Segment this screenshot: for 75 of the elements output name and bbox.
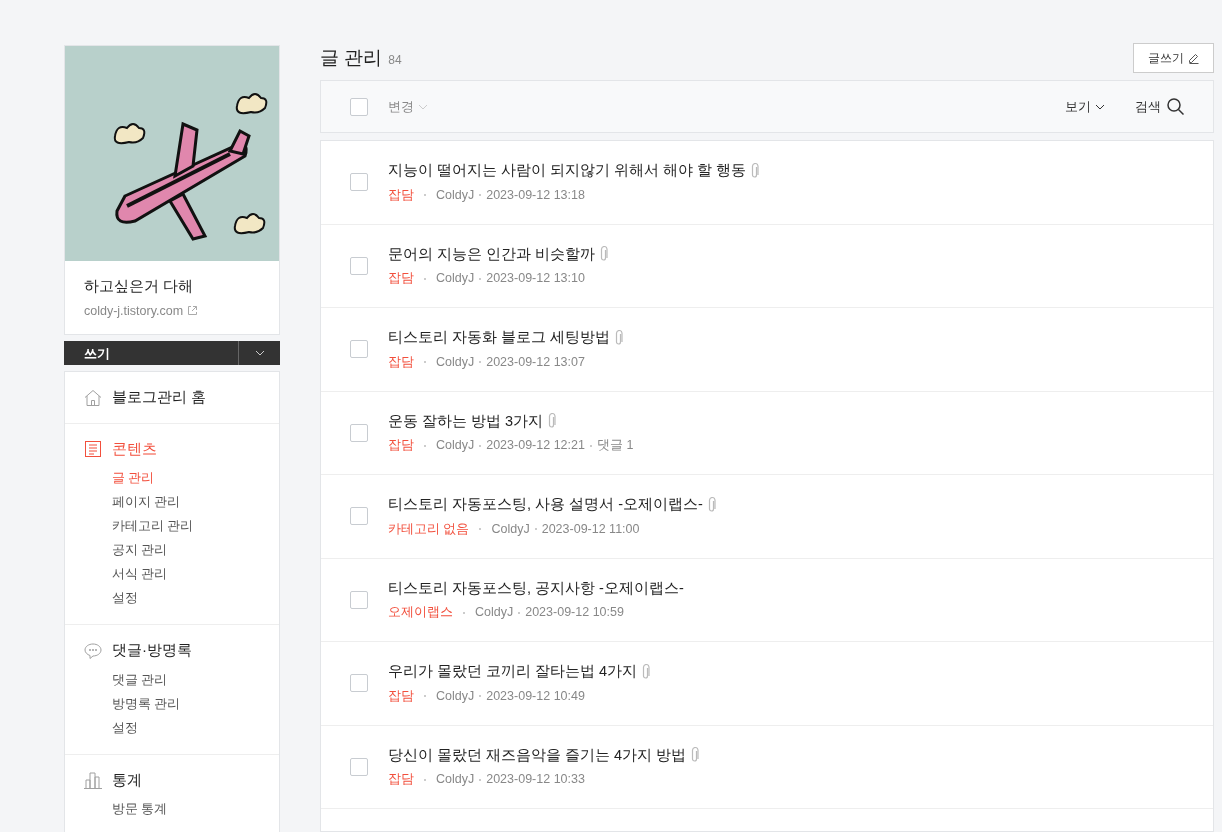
sidebar-section[interactable]: 댓글·방명록 [84, 639, 260, 662]
post-date: 2023-09-12 12:21 [486, 437, 585, 455]
post-category[interactable]: 잡담 [388, 436, 414, 455]
sidebar-item[interactable]: 설정 [112, 715, 260, 740]
sidebar-item[interactable]: 댓글 관리 [112, 667, 260, 692]
chevron-down-icon [254, 350, 265, 357]
house-icon [84, 388, 102, 407]
bar-chart-icon [84, 771, 102, 789]
post-checkbox[interactable] [350, 757, 368, 776]
sidebar-section[interactable]: 통계 [84, 768, 260, 792]
sidebar-item[interactable]: 서식 관리 [112, 562, 260, 587]
sidebar-item[interactable]: 페이지 관리 [112, 490, 260, 515]
post-date: 2023-09-12 10:59 [525, 604, 624, 622]
page-title: 글 관리 [320, 45, 383, 70]
post-checkbox[interactable] [350, 423, 368, 442]
post-title-link[interactable]: 지능이 떨어지는 사람이 되지않기 위해서 해야 할 행동 [388, 160, 747, 182]
post-author: ColdyJ [475, 604, 514, 622]
search-button[interactable]: 검색 [1135, 96, 1184, 117]
view-dropdown[interactable]: 보기 [1065, 96, 1105, 117]
post-checkbox[interactable] [350, 674, 368, 693]
post-author: ColdyJ [436, 186, 475, 204]
post-category[interactable]: 잡담 [388, 686, 414, 706]
select-all-checkbox[interactable] [350, 97, 368, 116]
post-author: ColdyJ [436, 437, 475, 455]
post-date: 2023-09-12 13:10 [486, 270, 585, 288]
post-title-link[interactable]: 당신이 몰랐던 재즈음악을 즐기는 4가지 방법 [388, 744, 687, 767]
search-icon [1167, 98, 1184, 115]
post-date: 2023-09-12 10:49 [486, 687, 585, 705]
post-date: 2023-09-12 13:18 [486, 186, 585, 204]
write-menu-button[interactable]: 쓰기 [64, 343, 238, 363]
sidebar-item[interactable]: 글 관리 [112, 466, 260, 491]
write-post-button[interactable]: 글쓰기 [1133, 43, 1214, 73]
blog-name: 하고싶은거 다해 [84, 276, 195, 296]
post-title-link[interactable]: 티스토리 자동포스팅, 공지사항 -오제이랩스- [388, 577, 684, 600]
external-link-icon [187, 305, 199, 317]
post-title-link[interactable]: 티스토리 자동포스팅, 사용 설명서 -오제이랩스- [388, 494, 703, 516]
chevron-down-icon [418, 103, 428, 110]
post-date: 2023-09-12 11:00 [541, 520, 640, 538]
post-checkbox[interactable] [350, 256, 368, 275]
post-author: ColdyJ [436, 353, 475, 371]
speech-bubble-icon [84, 641, 102, 660]
sidebar-item[interactable]: 설정 [112, 586, 260, 611]
post-checkbox[interactable] [350, 507, 368, 526]
post-title-link[interactable]: 우리가 몰랐던 코끼리 잘타는법 4가지 [388, 661, 638, 683]
post-checkbox[interactable] [350, 590, 368, 609]
post-title-link[interactable]: 티스토리 자동화 블로그 세팅방법 [388, 327, 611, 349]
post-author: ColdyJ [436, 771, 475, 789]
post-count: 84 [388, 51, 402, 69]
chevron-down-icon [1095, 103, 1105, 110]
change-dropdown[interactable]: 변경 [388, 96, 428, 117]
post-title-link[interactable]: 문어의 지능은 인간과 비슷할까 [388, 243, 596, 266]
post-title-link[interactable]: 운동 잘하는 방법 3가지 [388, 410, 544, 433]
post-category[interactable]: 카테고리 없음 [388, 519, 470, 539]
post-category[interactable]: 잡담 [388, 185, 414, 205]
post-checkbox[interactable] [350, 340, 368, 359]
document-icon [84, 440, 102, 458]
sidebar-section[interactable]: 블로그관리 홈 [84, 386, 260, 409]
post-category[interactable]: 잡담 [388, 770, 414, 789]
sidebar-item[interactable]: 방문 통계 [112, 797, 260, 822]
post-category[interactable]: 잡담 [388, 352, 414, 372]
post-checkbox[interactable] [350, 173, 368, 192]
post-category[interactable]: 잡담 [388, 269, 414, 288]
sidebar-section[interactable]: 콘텐츠 [84, 437, 260, 461]
sidebar-item[interactable]: 카테고리 관리 [112, 514, 260, 539]
post-category[interactable]: 오제이랩스 [388, 603, 453, 622]
blog-url-link[interactable]: coldy-j.tistory.com [84, 301, 184, 321]
sidebar-item[interactable]: 공지 관리 [112, 538, 260, 563]
post-date: 2023-09-12 13:07 [486, 353, 585, 371]
post-author: ColdyJ [436, 687, 475, 705]
comment-count[interactable]: 댓글 1 [596, 436, 634, 455]
post-date: 2023-09-12 10:33 [486, 771, 585, 789]
pencil-icon [1188, 52, 1199, 64]
post-author: ColdyJ [491, 520, 530, 538]
sidebar-item[interactable]: 방명록 관리 [112, 691, 260, 716]
post-author: ColdyJ [436, 270, 475, 288]
